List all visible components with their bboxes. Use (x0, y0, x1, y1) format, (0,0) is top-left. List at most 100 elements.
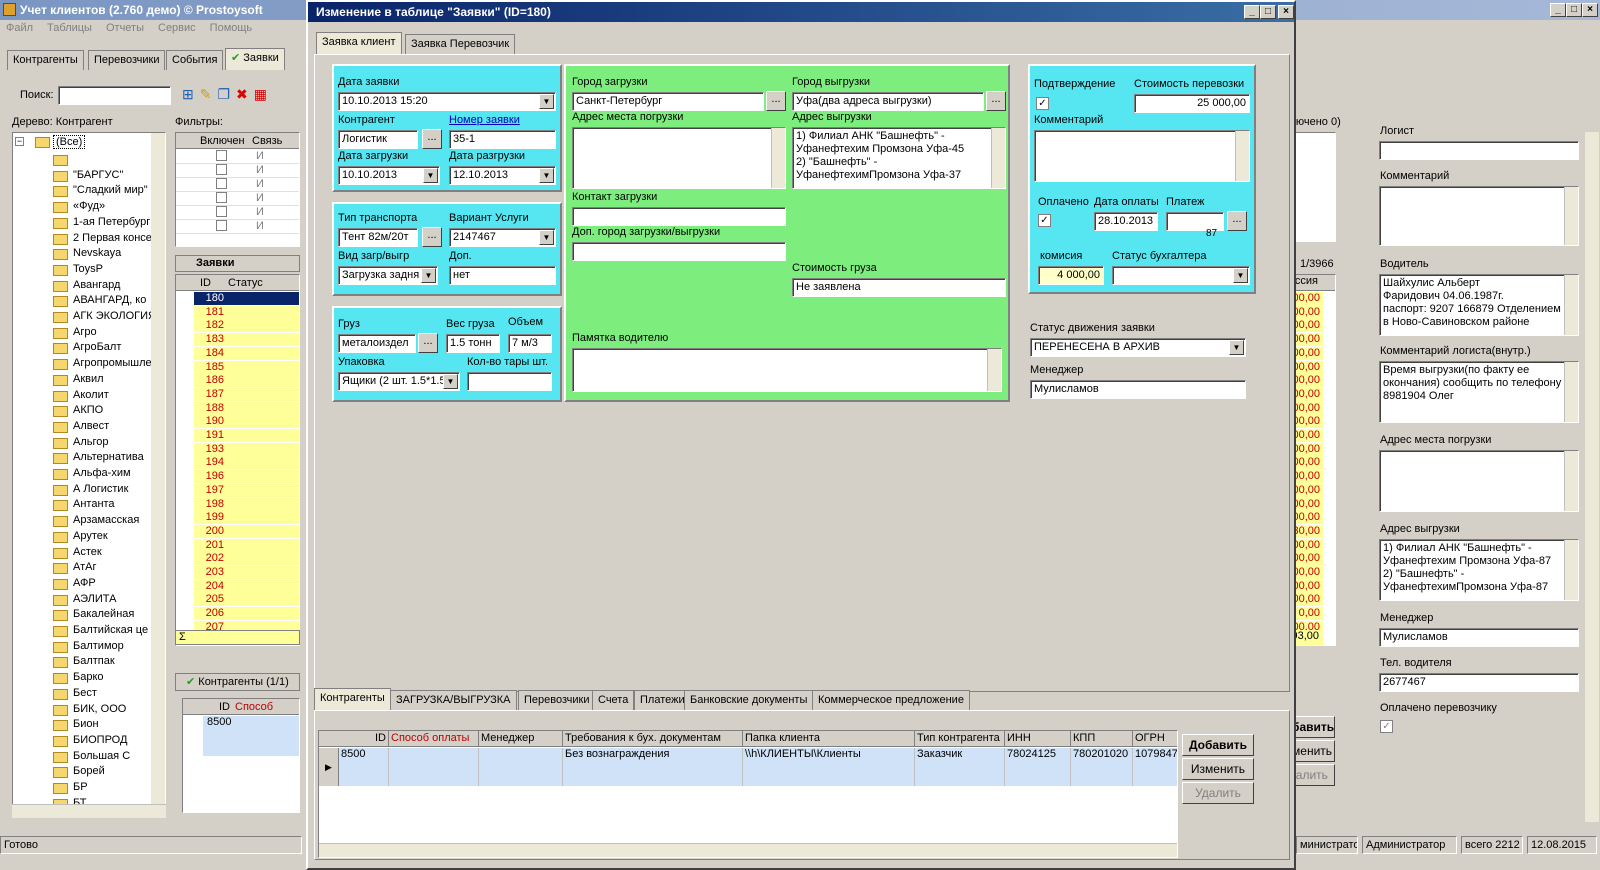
minimize-icon[interactable]: _ (1550, 3, 1566, 17)
side-manager-field[interactable]: Мулисламов (1379, 628, 1579, 647)
grid-col-header[interactable]: ИНН (1005, 731, 1071, 747)
tree-item[interactable]: Арутек (73, 530, 108, 542)
tree-item[interactable]: Балтийская це (73, 624, 148, 636)
tab-order-client[interactable]: Заявка клиент (316, 32, 402, 54)
bottom-tab[interactable]: Платежи (634, 690, 691, 710)
order-num-label[interactable]: Номер заявки (449, 114, 520, 126)
filter-row[interactable]: И (176, 164, 299, 178)
tree-item[interactable]: Антанта (73, 498, 115, 510)
extra-city-field[interactable] (572, 242, 786, 261)
tree-item[interactable]: "БАРГУС" (73, 169, 123, 181)
tree-item[interactable]: Балтпак (73, 655, 115, 667)
addr-unload-field[interactable]: 1) Филиал АНК "Башнефть" - Уфанефтехим П… (792, 127, 1006, 189)
tab-perevozchiki[interactable]: Перевозчики (88, 50, 166, 70)
tree-item[interactable]: Авангард (73, 279, 120, 291)
kontr-row[interactable]: 8500 (203, 716, 299, 756)
tab-zayavki[interactable]: ✔ Заявки (225, 48, 285, 70)
tab-sobytiya[interactable]: События (166, 50, 224, 70)
copy-icon[interactable]: ❐ (217, 86, 230, 103)
grid-col-header[interactable]: Папка клиента (743, 731, 915, 747)
order-row[interactable]: 203ПЕРЕНЕСЕНА (194, 566, 299, 591)
order-row[interactable]: 185ПЕРЕНЕСЕНА (194, 360, 299, 386)
contact-field[interactable] (572, 207, 786, 226)
tree-item[interactable]: Бест (73, 687, 97, 699)
grid-col-header[interactable]: КПП (1071, 731, 1133, 747)
side-logcomment-field[interactable]: Время выгрузки(по факту ее окончания) со… (1379, 361, 1579, 423)
grid-cell[interactable] (479, 748, 563, 786)
add-record-icon[interactable]: ⊞ (182, 86, 194, 103)
side-unload-addr-field[interactable]: 1) Филиал АНК "Башнефть" - Уфанефтехим П… (1379, 539, 1579, 601)
tree-item[interactable]: Борей (73, 765, 105, 777)
grid-cell[interactable] (389, 748, 479, 786)
filter-checkbox[interactable] (216, 192, 227, 203)
tree-item[interactable]: Аквил (73, 373, 104, 385)
kontragent-grid[interactable]: ID Способ оплаты Менеджер Требования к бух.… (318, 730, 1178, 858)
manager-field[interactable]: Мулисламов (1030, 380, 1246, 399)
menu-reports[interactable]: Отчеты (106, 22, 144, 34)
grid-cell[interactable]: 8500 (339, 748, 389, 786)
filter-row[interactable]: И (176, 206, 299, 220)
menu-file[interactable]: Файл (6, 22, 33, 34)
tree-item[interactable]: Астек (73, 546, 102, 558)
paid-checkbox[interactable]: ✓ (1038, 214, 1051, 227)
order-row[interactable]: 197ПЕРЕНЕСЕНА (194, 483, 299, 509)
order-row[interactable]: 184ПЕРЕНЕСЕНА (194, 346, 299, 372)
kontr-grid[interactable]: ID Способ оплат 8500 (182, 698, 300, 813)
tree-item-all[interactable]: (Все) (53, 135, 86, 149)
filter-checkbox[interactable] (216, 150, 227, 161)
cargo-browse-button[interactable]: ... (418, 333, 438, 353)
order-row[interactable]: 198ПЕРЕНЕСЕНА (194, 497, 299, 523)
side-comment-field[interactable] (1379, 186, 1579, 246)
order-date-field[interactable]: 10.10.2013 15:20 ▼ (338, 92, 556, 111)
cargo-field[interactable]: металоиздел (338, 334, 416, 353)
tree-item[interactable]: Балтимор (73, 640, 124, 652)
tree-collapse-icon[interactable]: − (15, 137, 24, 146)
city-load-browse-button[interactable]: ... (766, 91, 786, 111)
edit-button[interactable]: Изменить (1182, 758, 1254, 780)
tree-item[interactable]: Бакалейная (73, 608, 134, 620)
order-row[interactable]: 180ПЕРЕНЕСЕНА (194, 292, 299, 317)
dropdown-icon[interactable]: ▼ (1233, 268, 1248, 283)
filter-row[interactable]: И (176, 178, 299, 192)
bottom-tab[interactable]: ЗАГРУЗКА/ВЫГРУЗКА (390, 690, 517, 710)
tree-item[interactable]: АВАНГАРД, ко (73, 294, 146, 306)
filter-checkbox[interactable] (216, 178, 227, 189)
dropdown-icon[interactable]: ▼ (443, 374, 458, 389)
commission-field[interactable]: 4 000,00 (1038, 266, 1104, 285)
tree-item[interactable]: Большая С (73, 750, 130, 762)
grid-col-header[interactable]: Требования к бух. документам (563, 731, 743, 747)
dropdown-icon[interactable]: ▼ (539, 230, 554, 245)
tree-item[interactable]: Барко (73, 671, 104, 683)
delete-button[interactable]: Удалить (1182, 782, 1254, 804)
tree-item[interactable]: Агро (73, 326, 97, 338)
payment-browse-button[interactable]: ... (1227, 211, 1247, 231)
order-row[interactable]: 186ПЕРЕНЕСЕНА (194, 374, 299, 399)
memo-field[interactable] (572, 348, 1002, 392)
order-row[interactable]: 182ПЕРЕНЕСЕНА (194, 319, 299, 344)
bottom-tab[interactable]: Перевозчики (518, 690, 596, 710)
close-icon[interactable]: × (1582, 3, 1598, 17)
order-row[interactable]: 206ПЕРЕНЕСЕНА (194, 607, 299, 632)
search-input[interactable] (58, 86, 171, 105)
dropdown-icon[interactable]: ▼ (1229, 340, 1244, 355)
order-row[interactable]: 199ПЕРЕНЕСЕНА (194, 511, 299, 536)
pay-date-field[interactable]: 28.10.2013 (1094, 212, 1158, 231)
tree-item[interactable]: Альтернатива (73, 451, 144, 463)
delete-icon[interactable]: ✖ (236, 86, 248, 103)
order-row[interactable]: 190ПЕРЕНЕСЕНА (194, 415, 299, 440)
side-paid-checkbox[interactable]: ✓ (1380, 720, 1393, 733)
order-row[interactable]: 193ПЕРЕНЕСЕНА (194, 442, 299, 468)
tara-field[interactable] (467, 372, 552, 391)
edit-icon[interactable]: ✎ (200, 86, 212, 103)
menu-tables[interactable]: Таблицы (47, 22, 92, 34)
filter-checkbox[interactable] (216, 220, 227, 231)
order-row[interactable]: 196ПЕРЕНЕСЕНА (194, 470, 299, 495)
dropdown-icon[interactable]: ▼ (539, 168, 554, 183)
dropdown-icon[interactable]: ▼ (421, 268, 436, 283)
kontragent-field[interactable]: Логистик (338, 130, 418, 149)
tree-item[interactable]: "Сладкий мир" (73, 184, 148, 196)
weight-field[interactable]: 1.5 тонн (446, 334, 500, 353)
order-row[interactable]: 202ПЕРЕНЕСЕНА (194, 552, 299, 577)
bottom-tab[interactable]: Банковские документы (684, 690, 814, 710)
confirm-checkbox[interactable]: ✓ (1036, 97, 1049, 110)
